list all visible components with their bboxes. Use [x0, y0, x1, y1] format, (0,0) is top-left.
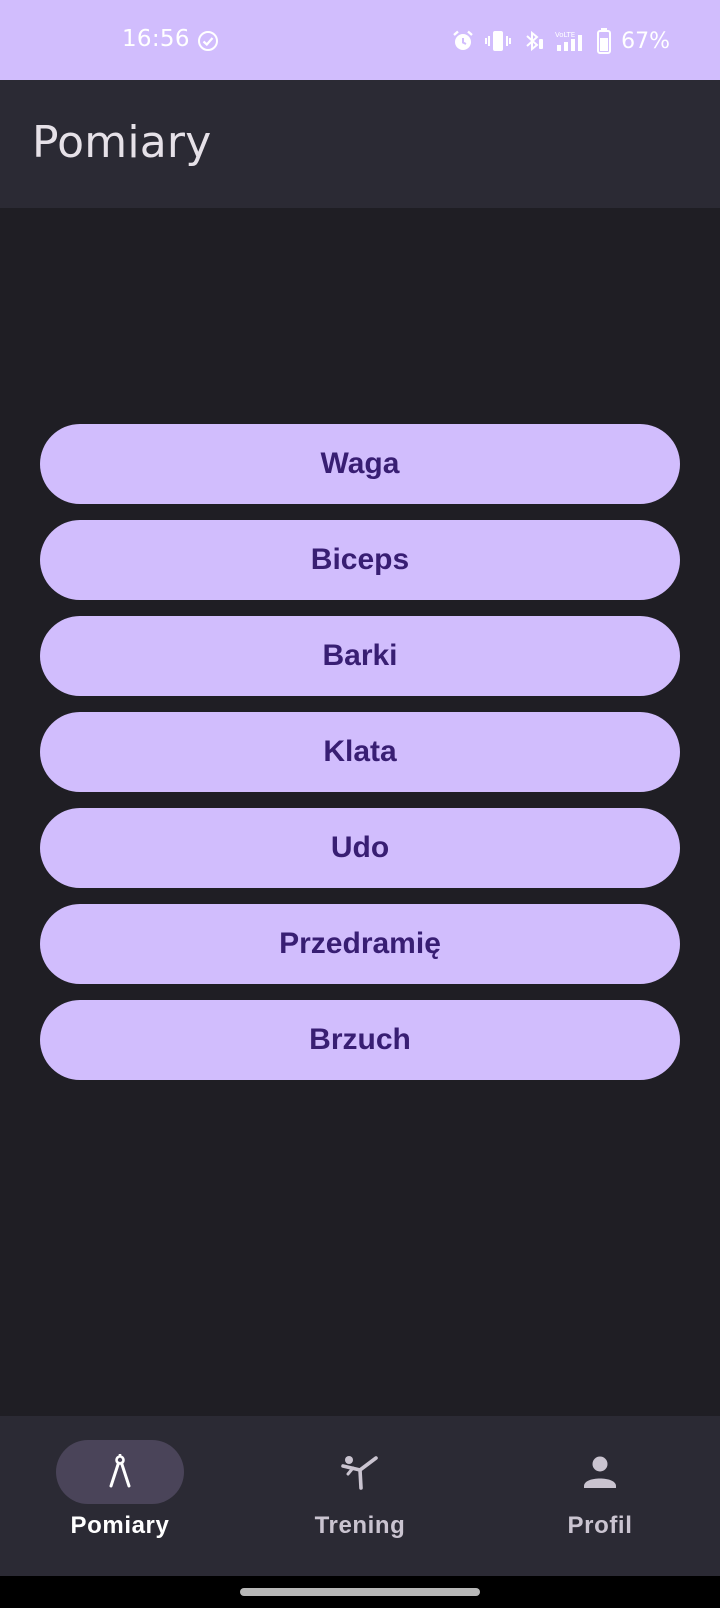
battery-percentage: 67% — [621, 28, 670, 54]
nav-label-trening: Trening — [314, 1512, 406, 1539]
nav-item-trening[interactable]: Trening — [240, 1416, 480, 1576]
gesture-handle[interactable] — [240, 1588, 480, 1596]
klata-button[interactable]: Klata — [40, 712, 680, 792]
signal-icon: VoLTE — [555, 29, 587, 53]
compass-drafting-icon — [100, 1452, 140, 1492]
measurement-list: Waga Biceps Barki Klata Udo Przedramię B… — [40, 424, 680, 1096]
svg-text:VoLTE: VoLTE — [555, 31, 575, 39]
przedramie-button[interactable]: Przedramię — [40, 904, 680, 984]
brzuch-button[interactable]: Brzuch — [40, 1000, 680, 1080]
status-time: 16:56 — [122, 26, 190, 52]
battery-icon — [597, 28, 612, 54]
nav-item-profil[interactable]: Profil — [480, 1416, 720, 1576]
alarm-icon — [451, 29, 475, 53]
page-title: Pomiary — [32, 117, 212, 168]
app-bar: Pomiary — [0, 80, 720, 208]
bluetooth-icon — [521, 29, 545, 53]
biceps-button[interactable]: Biceps — [40, 520, 680, 600]
martial-arts-kick-icon — [340, 1452, 380, 1492]
person-icon — [580, 1452, 620, 1492]
waga-button[interactable]: Waga — [40, 424, 680, 504]
status-icons: VoLTE 67% — [451, 26, 670, 56]
bottom-navigation: Pomiary Trening Profil — [0, 1416, 720, 1576]
gesture-area — [0, 1576, 720, 1608]
barki-button[interactable]: Barki — [40, 616, 680, 696]
check-circle-icon — [197, 30, 219, 52]
vibrate-icon — [485, 29, 512, 53]
udo-button[interactable]: Udo — [40, 808, 680, 888]
status-bar: 16:56 VoLTE 67% — [0, 0, 720, 80]
nav-label-pomiary: Pomiary — [70, 1512, 170, 1539]
nav-label-profil: Profil — [567, 1512, 633, 1539]
nav-item-pomiary[interactable]: Pomiary — [0, 1416, 240, 1576]
